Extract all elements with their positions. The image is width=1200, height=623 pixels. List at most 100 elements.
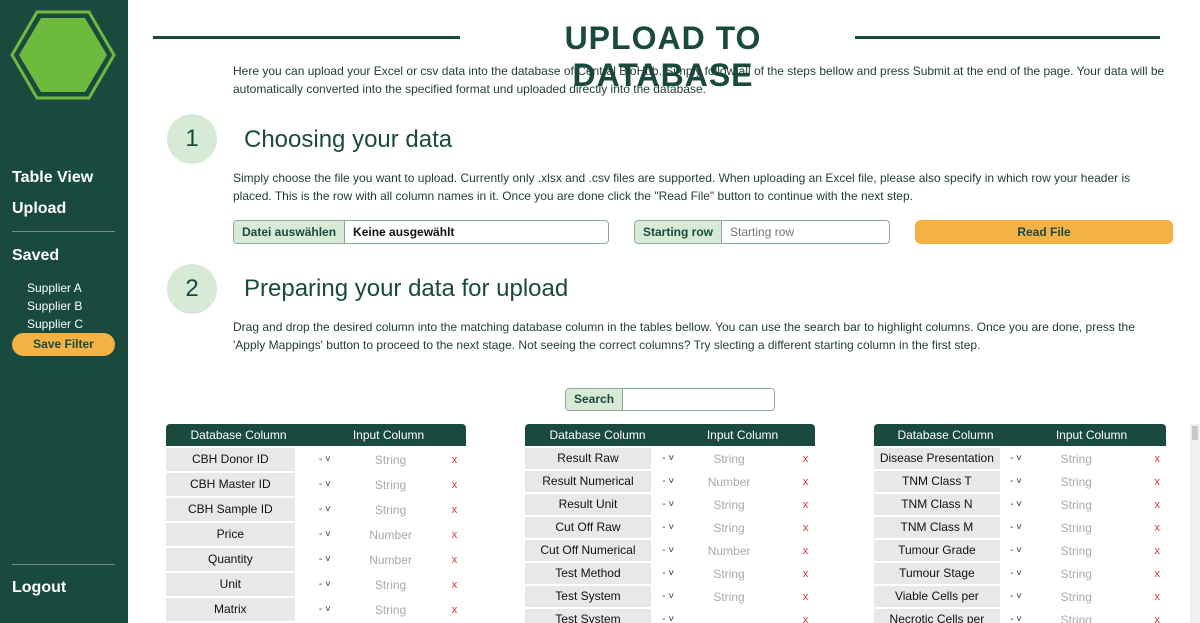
remove-mapping-icon[interactable]: x — [1148, 476, 1166, 488]
remove-mapping-icon[interactable]: x — [796, 591, 815, 603]
input-column-dropzone[interactable]: String — [697, 452, 761, 466]
nav-upload[interactable]: Upload — [12, 200, 66, 218]
nav-saved[interactable]: Saved — [12, 247, 59, 265]
remove-mapping-icon[interactable]: x — [443, 479, 466, 491]
remove-mapping-icon[interactable]: x — [796, 476, 815, 488]
step-title-1: Choosing your data — [244, 126, 453, 153]
column-select-dropdown[interactable]: - ˅ — [310, 454, 340, 465]
database-column-cell: Matrix — [166, 598, 295, 621]
remove-mapping-icon[interactable]: x — [1148, 453, 1166, 465]
saved-item-supplier-c[interactable]: Supplier C — [27, 317, 83, 331]
mapping-row: Test Method - ˅ String x — [525, 563, 815, 584]
column-select-dropdown[interactable]: - ˅ — [657, 614, 680, 623]
remove-mapping-icon[interactable]: x — [1148, 591, 1166, 603]
input-column-dropzone[interactable]: String — [1045, 590, 1108, 604]
remove-mapping-icon[interactable]: x — [796, 545, 815, 557]
mapping-row: Tumour Stage - ˅ String x — [874, 563, 1166, 584]
input-column-dropzone[interactable]: String — [697, 567, 761, 581]
input-column-dropzone[interactable]: String — [1045, 544, 1108, 558]
step-number-1: 1 — [167, 114, 217, 164]
db-column-header: Database Column — [549, 428, 646, 442]
remove-mapping-icon[interactable]: x — [1148, 568, 1166, 580]
mapping-row: Quantity - ˅ Number x — [166, 548, 466, 571]
database-column-cell: Necrotic Cells per — [874, 609, 1000, 623]
input-column-dropzone[interactable]: String — [1045, 521, 1108, 535]
saved-item-supplier-a[interactable]: Supplier A — [27, 281, 82, 295]
saved-item-supplier-b[interactable]: Supplier B — [27, 299, 82, 313]
column-select-dropdown[interactable]: - ˅ — [310, 479, 340, 490]
column-select-dropdown[interactable]: - ˅ — [1005, 453, 1027, 464]
remove-mapping-icon[interactable]: x — [796, 453, 815, 465]
input-column-dropzone[interactable]: String — [361, 578, 420, 592]
mapping-row: Test System - ˅ String x — [525, 586, 815, 607]
column-select-dropdown[interactable]: - ˅ — [657, 522, 680, 533]
file-chooser[interactable]: Datei auswählen Keine ausgewählt — [233, 220, 609, 244]
input-column-dropzone[interactable]: String — [361, 603, 420, 617]
database-column-cell: Result Unit — [525, 494, 651, 515]
database-column-cell: Test Method — [525, 563, 651, 584]
column-select-dropdown[interactable]: - ˅ — [310, 554, 340, 565]
remove-mapping-icon[interactable]: x — [796, 614, 815, 623]
starting-row-input[interactable] — [722, 221, 889, 243]
column-select-dropdown[interactable]: - ˅ — [657, 591, 680, 602]
input-column-dropzone[interactable]: Number — [361, 528, 420, 542]
page-scrollbar[interactable] — [1190, 424, 1200, 623]
remove-mapping-icon[interactable]: x — [796, 522, 815, 534]
column-select-dropdown[interactable]: - ˅ — [1005, 545, 1027, 556]
mapping-table-2: Database Column Input Column Result Raw -… — [525, 424, 815, 623]
column-select-dropdown[interactable]: - ˅ — [657, 568, 680, 579]
column-select-dropdown[interactable]: - ˅ — [657, 453, 680, 464]
hexagon-logo-icon — [10, 10, 116, 100]
nav-table-view[interactable]: Table View — [12, 169, 93, 187]
column-select-dropdown[interactable]: - ˅ — [1005, 614, 1027, 623]
remove-mapping-icon[interactable]: x — [443, 504, 466, 516]
remove-mapping-icon[interactable]: x — [1148, 614, 1166, 623]
column-select-dropdown[interactable]: - ˅ — [657, 476, 680, 487]
save-filter-button[interactable]: Save Filter — [12, 333, 115, 356]
column-select-dropdown[interactable]: - ˅ — [1005, 591, 1027, 602]
remove-mapping-icon[interactable]: x — [1148, 522, 1166, 534]
input-column-dropzone[interactable]: String — [1045, 475, 1108, 489]
nav-logout[interactable]: Logout — [12, 579, 66, 597]
input-column-dropzone[interactable]: Number — [361, 553, 420, 567]
input-column-dropzone[interactable]: String — [361, 478, 420, 492]
input-column-dropzone[interactable]: String — [697, 590, 761, 604]
column-select-dropdown[interactable]: - ˅ — [310, 504, 340, 515]
starting-row-label: Starting row — [635, 221, 723, 243]
remove-mapping-icon[interactable]: x — [796, 499, 815, 511]
input-column-dropzone[interactable]: String — [697, 498, 761, 512]
column-select-dropdown[interactable]: - ˅ — [657, 499, 680, 510]
mapping-row: CBH Sample ID - ˅ String x — [166, 498, 466, 521]
input-column-dropzone[interactable]: String — [1045, 452, 1108, 466]
read-file-button[interactable]: Read File — [915, 220, 1173, 244]
mapping-row: TNM Class N - ˅ String x — [874, 494, 1166, 515]
input-column-dropzone[interactable]: String — [1045, 498, 1108, 512]
input-column-dropzone[interactable]: String — [1045, 613, 1108, 623]
column-select-dropdown[interactable]: - ˅ — [1005, 522, 1027, 533]
input-column-dropzone[interactable]: String — [697, 521, 761, 535]
remove-mapping-icon[interactable]: x — [443, 554, 466, 566]
column-select-dropdown[interactable]: - ˅ — [657, 545, 680, 556]
remove-mapping-icon[interactable]: x — [443, 579, 466, 591]
column-select-dropdown[interactable]: - ˅ — [1005, 568, 1027, 579]
column-select-dropdown[interactable]: - ˅ — [1005, 476, 1027, 487]
remove-mapping-icon[interactable]: x — [796, 568, 815, 580]
remove-mapping-icon[interactable]: x — [443, 529, 466, 541]
column-select-dropdown[interactable]: - ˅ — [310, 529, 340, 540]
column-select-dropdown[interactable]: - ˅ — [310, 579, 340, 590]
remove-mapping-icon[interactable]: x — [1148, 545, 1166, 557]
input-column-dropzone[interactable]: String — [361, 453, 420, 467]
input-column-dropzone[interactable]: String — [361, 503, 420, 517]
mapping-table-1: Database Column Input Column CBH Donor I… — [166, 424, 466, 621]
search-input[interactable] — [623, 389, 774, 410]
column-select-dropdown[interactable]: - ˅ — [310, 604, 340, 615]
column-select-dropdown[interactable]: - ˅ — [1005, 499, 1027, 510]
input-column-dropzone[interactable]: String — [1045, 567, 1108, 581]
input-column-dropzone[interactable]: Number — [697, 544, 761, 558]
remove-mapping-icon[interactable]: x — [443, 454, 466, 466]
scroll-thumb[interactable] — [1192, 426, 1198, 440]
input-column-dropzone[interactable]: Number — [697, 475, 761, 489]
choose-file-button[interactable]: Datei auswählen — [234, 221, 346, 243]
remove-mapping-icon[interactable]: x — [1148, 499, 1166, 511]
remove-mapping-icon[interactable]: x — [443, 604, 466, 616]
